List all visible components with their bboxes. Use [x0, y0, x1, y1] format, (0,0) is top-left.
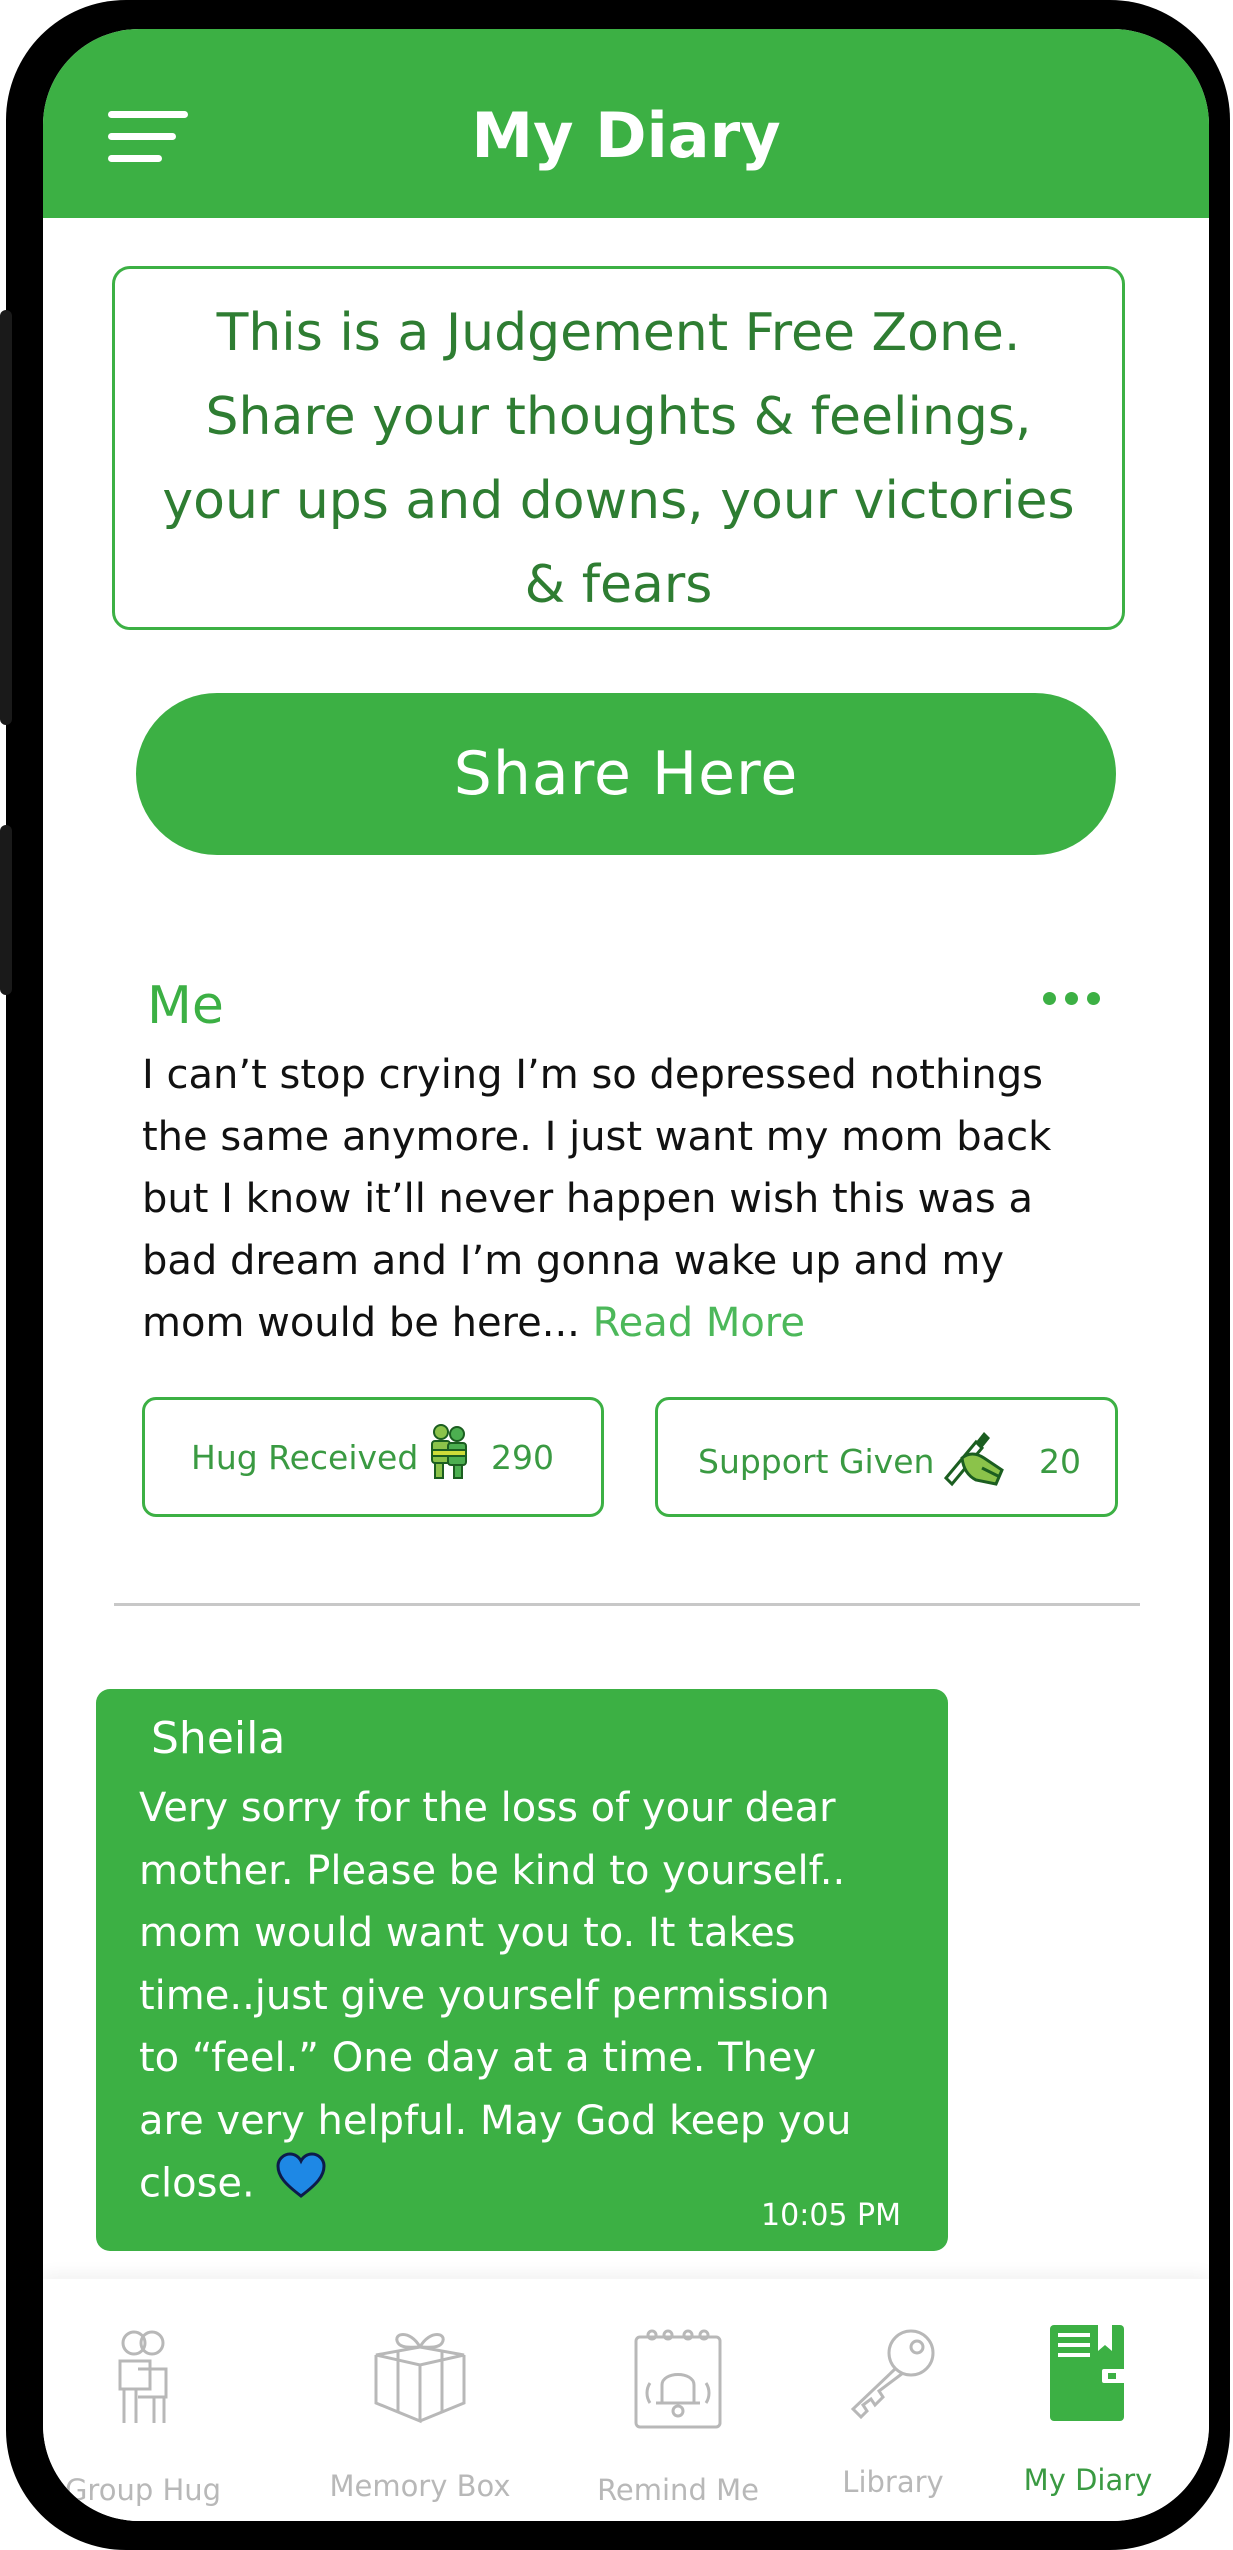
hug-icon [429, 1424, 469, 1488]
bell-calendar-icon [632, 2327, 724, 2435]
page-title: My Diary [471, 99, 781, 172]
reply-timestamp: 10:05 PM [761, 2198, 901, 2233]
diary-icon [1048, 2323, 1128, 2427]
reply-body: Very sorry for the loss of your dear mot… [139, 1777, 859, 2219]
gift-box-icon [370, 2325, 470, 2429]
tab-memory-box-label: Memory Box [329, 2469, 511, 2503]
post-author: Me [147, 976, 224, 1036]
tab-remind-me-label: Remind Me [597, 2473, 759, 2507]
tab-remind-me[interactable]: Remind Me [583, 2279, 773, 2521]
hug-received-label: Hug Received [191, 1438, 419, 1477]
hug-received-button[interactable]: Hug Received 290 [142, 1397, 604, 1517]
blue-heart-icon [275, 2152, 327, 2219]
tab-group-hug-label: Group Hug [64, 2473, 222, 2507]
app-header: My Diary [43, 29, 1209, 218]
hug-count: 290 [491, 1438, 554, 1477]
share-here-button[interactable]: Share Here [136, 693, 1116, 855]
tab-my-diary-label: My Diary [1023, 2463, 1153, 2497]
tab-my-diary[interactable]: My Diary [1013, 2279, 1163, 2521]
support-given-label: Support Given [698, 1442, 935, 1481]
post-body: I can’t stop crying I’m so depressed not… [142, 1044, 1052, 1354]
reply-card: Sheila Very sorry for the loss of your d… [96, 1689, 948, 2251]
read-more-link[interactable]: Read More [593, 1300, 805, 1346]
writing-hand-icon [942, 1428, 1006, 1496]
phone-frame: My Diary This is a Judgement Free Zone. … [0, 0, 1230, 2550]
phone-side-button [0, 310, 12, 725]
support-count: 20 [1039, 1442, 1081, 1481]
more-options-icon[interactable] [1043, 989, 1103, 1009]
key-icon [845, 2327, 941, 2423]
info-banner: This is a Judgement Free Zone. Share you… [112, 266, 1125, 630]
group-hug-icon [108, 2327, 178, 2431]
reply-author: Sheila [151, 1713, 286, 1764]
screen: My Diary This is a Judgement Free Zone. … [43, 29, 1209, 2521]
tab-memory-box[interactable]: Memory Box [315, 2279, 525, 2521]
reply-text: Very sorry for the loss of your dear mot… [139, 1785, 852, 2207]
tab-library-label: Library [842, 2465, 944, 2499]
support-given-button[interactable]: Support Given 20 [655, 1397, 1118, 1517]
bottom-tab-bar: Group Hug Memory Box Remind Me Library M… [43, 2279, 1209, 2521]
divider [114, 1603, 1140, 1606]
phone-side-button [0, 825, 12, 995]
tab-group-hug[interactable]: Group Hug [63, 2279, 223, 2521]
tab-library[interactable]: Library [823, 2279, 963, 2521]
